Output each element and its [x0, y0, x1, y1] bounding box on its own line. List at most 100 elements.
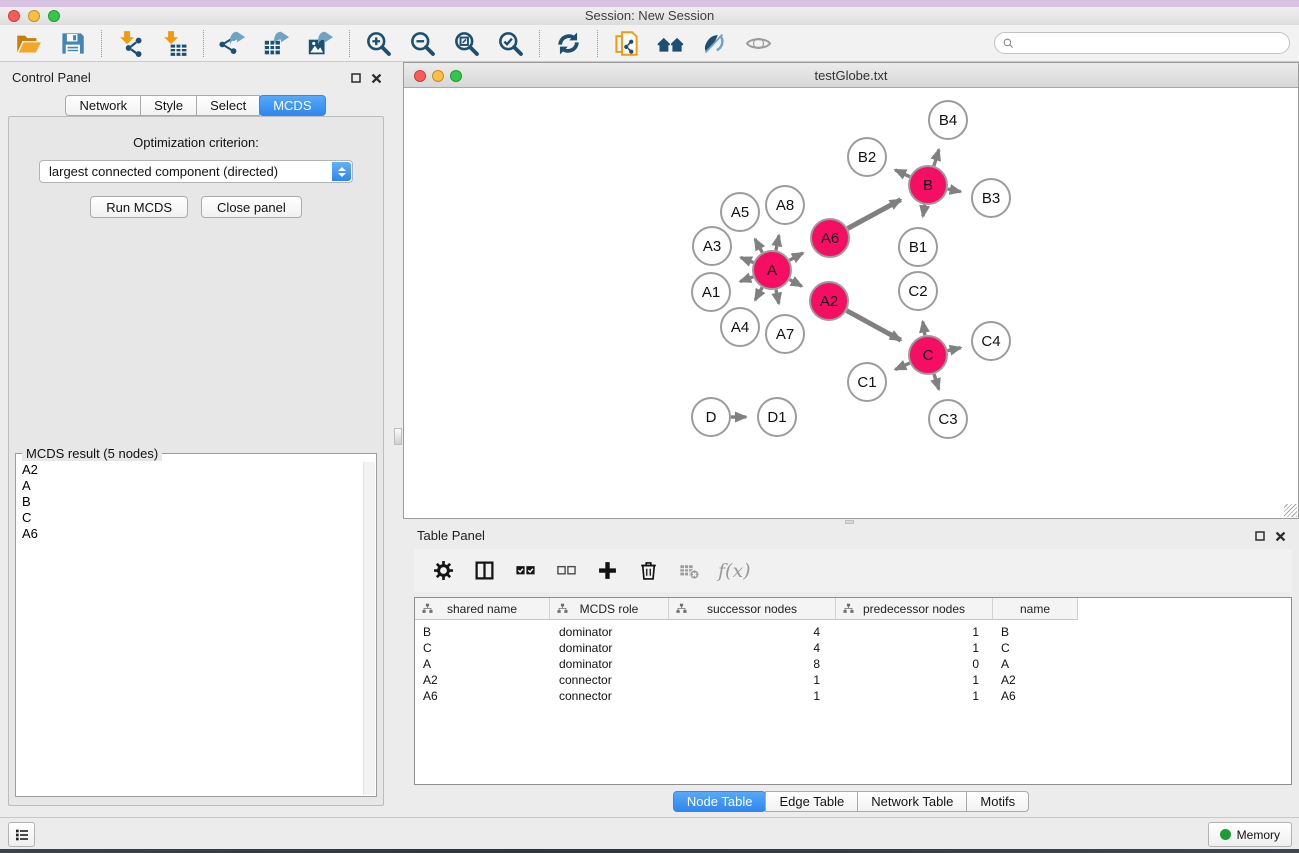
search-box[interactable] [994, 32, 1290, 54]
import-table-icon[interactable] [156, 27, 193, 59]
tab-style[interactable]: Style [140, 95, 197, 116]
result-item[interactable]: A2 [22, 462, 361, 478]
eye-icon[interactable] [740, 27, 777, 59]
zoom-selected-icon[interactable] [492, 27, 529, 59]
close-table-panel-icon[interactable] [1273, 529, 1287, 543]
status-bar: Memory [0, 817, 1299, 849]
graph-node-label-C2: C2 [908, 283, 927, 300]
mcds-result-list[interactable]: A2ABCA6 [17, 462, 361, 795]
desktop-strip [0, 849, 1299, 853]
tab-mcds[interactable]: MCDS [259, 95, 325, 116]
export-image-icon[interactable] [302, 27, 339, 59]
column-label: MCDS role [580, 602, 639, 616]
zoom-out-icon[interactable] [404, 27, 441, 59]
graph-edge-C-C3[interactable] [934, 374, 939, 389]
zoom-in-icon[interactable] [360, 27, 397, 59]
graph-node-label-A5: A5 [731, 204, 749, 221]
graph-edge-A-A8[interactable] [776, 235, 779, 250]
deselect-all-icon[interactable] [554, 559, 578, 583]
graph-edge-A-A2[interactable] [790, 280, 802, 287]
graph-edge-A2-C[interactable] [847, 311, 901, 341]
search-input[interactable] [1019, 36, 1282, 50]
graph-edge-C-C4[interactable] [948, 348, 961, 351]
tab-edge-table[interactable]: Edge Table [765, 791, 858, 812]
graph-edge-A-A3[interactable] [741, 258, 754, 263]
result-item[interactable]: A [22, 478, 361, 494]
close-panel-icon[interactable] [369, 71, 383, 85]
zoom-window-button[interactable] [48, 10, 60, 22]
graph-edge-A-A6[interactable] [790, 253, 803, 260]
graph-edge-B-B3[interactable] [948, 189, 961, 192]
gear-icon[interactable] [431, 559, 455, 583]
graph-edge-A6-B[interactable] [848, 200, 901, 229]
zoom-fit-icon[interactable] [448, 27, 485, 59]
vertical-split-handle[interactable] [394, 428, 402, 445]
network-canvas[interactable]: AA1A2A3A4A5A6A7A8BB1B2B3B4CC1C2C3C4DD1 [404, 88, 1298, 518]
task-history-button[interactable] [8, 822, 35, 847]
graph-edge-C-C2[interactable] [923, 322, 925, 336]
graph-node-label-A7: A7 [776, 326, 794, 343]
export-network-icon[interactable] [214, 27, 251, 59]
optimization-criterion-dropdown[interactable]: largest connected component (directed) [39, 160, 353, 183]
graph-edge-A-A1[interactable] [740, 277, 753, 282]
result-item[interactable]: A6 [22, 526, 361, 542]
column-header-shared-name[interactable]: shared name [415, 598, 550, 620]
column-header-name[interactable]: name [993, 598, 1078, 620]
table-cell: 4 [669, 624, 836, 640]
tab-node-table[interactable]: Node Table [673, 791, 767, 812]
network-from-selection-icon[interactable] [608, 27, 645, 59]
hide-graphics-details-icon[interactable] [696, 27, 733, 59]
tab-motifs[interactable]: Motifs [966, 791, 1029, 812]
table-row[interactable]: Adominator80A [415, 656, 1291, 672]
tab-network[interactable]: Network [65, 95, 141, 116]
run-mcds-button[interactable]: Run MCDS [90, 196, 188, 218]
graph-edge-B-B2[interactable] [895, 170, 910, 177]
table-cell: 8 [669, 656, 836, 672]
session-title: Session: New Session [0, 7, 1299, 25]
network-zoom-button[interactable] [450, 70, 462, 82]
export-table-icon[interactable] [258, 27, 295, 59]
graph-edge-C-C1[interactable] [895, 363, 909, 369]
tab-select[interactable]: Select [196, 95, 260, 116]
graph-edge-B-B1[interactable] [923, 205, 925, 217]
table-row[interactable]: A2connector11A2 [415, 672, 1291, 688]
import-network-icon[interactable] [112, 27, 149, 59]
column-header-predecessor-nodes[interactable]: predecessor nodes [836, 598, 993, 620]
column-header-mcds-role[interactable]: MCDS role [550, 598, 669, 620]
window-top-accent [0, 0, 1299, 7]
column-header-successor-nodes[interactable]: successor nodes [669, 598, 836, 620]
float-table-panel-icon[interactable] [1253, 529, 1267, 543]
refresh-icon[interactable] [550, 27, 587, 59]
cybrowser-home-icon[interactable] [652, 27, 689, 59]
table-row[interactable]: Bdominator41B [415, 624, 1291, 640]
select-all-icon[interactable] [513, 559, 537, 583]
result-item[interactable]: B [22, 494, 361, 510]
table-panel-title: Table Panel [417, 528, 485, 543]
split-columns-icon[interactable] [472, 559, 496, 583]
resize-grip-icon[interactable] [1284, 504, 1297, 517]
table-row[interactable]: A6connector11A6 [415, 688, 1291, 704]
network-window-titlebar[interactable]: testGlobe.txt [404, 63, 1298, 88]
graph-edge-A-A5[interactable] [755, 239, 762, 252]
graph-node-label-A2: A2 [820, 293, 838, 310]
float-panel-icon[interactable] [349, 71, 363, 85]
tab-network-table[interactable]: Network Table [857, 791, 967, 812]
add-row-icon[interactable] [595, 559, 619, 583]
result-item[interactable]: C [22, 510, 361, 526]
graph-edge-B-B4[interactable] [934, 150, 939, 166]
save-session-icon[interactable] [54, 27, 91, 59]
network-close-button[interactable] [414, 70, 426, 82]
result-scrollbar[interactable] [363, 462, 375, 795]
graph-edge-A-A4[interactable] [755, 287, 762, 300]
minimize-window-button[interactable] [28, 10, 40, 22]
memory-button[interactable]: Memory [1208, 822, 1292, 847]
horizontal-split-handle[interactable] [845, 520, 854, 524]
open-file-icon[interactable] [10, 27, 47, 59]
graph-edge-A-A7[interactable] [776, 290, 779, 304]
toolbar-group [608, 27, 777, 59]
network-minimize-button[interactable] [432, 70, 444, 82]
table-row[interactable]: Cdominator41C [415, 640, 1291, 656]
delete-row-icon[interactable] [636, 559, 660, 583]
close-window-button[interactable] [8, 10, 20, 22]
close-panel-button[interactable]: Close panel [201, 196, 302, 218]
